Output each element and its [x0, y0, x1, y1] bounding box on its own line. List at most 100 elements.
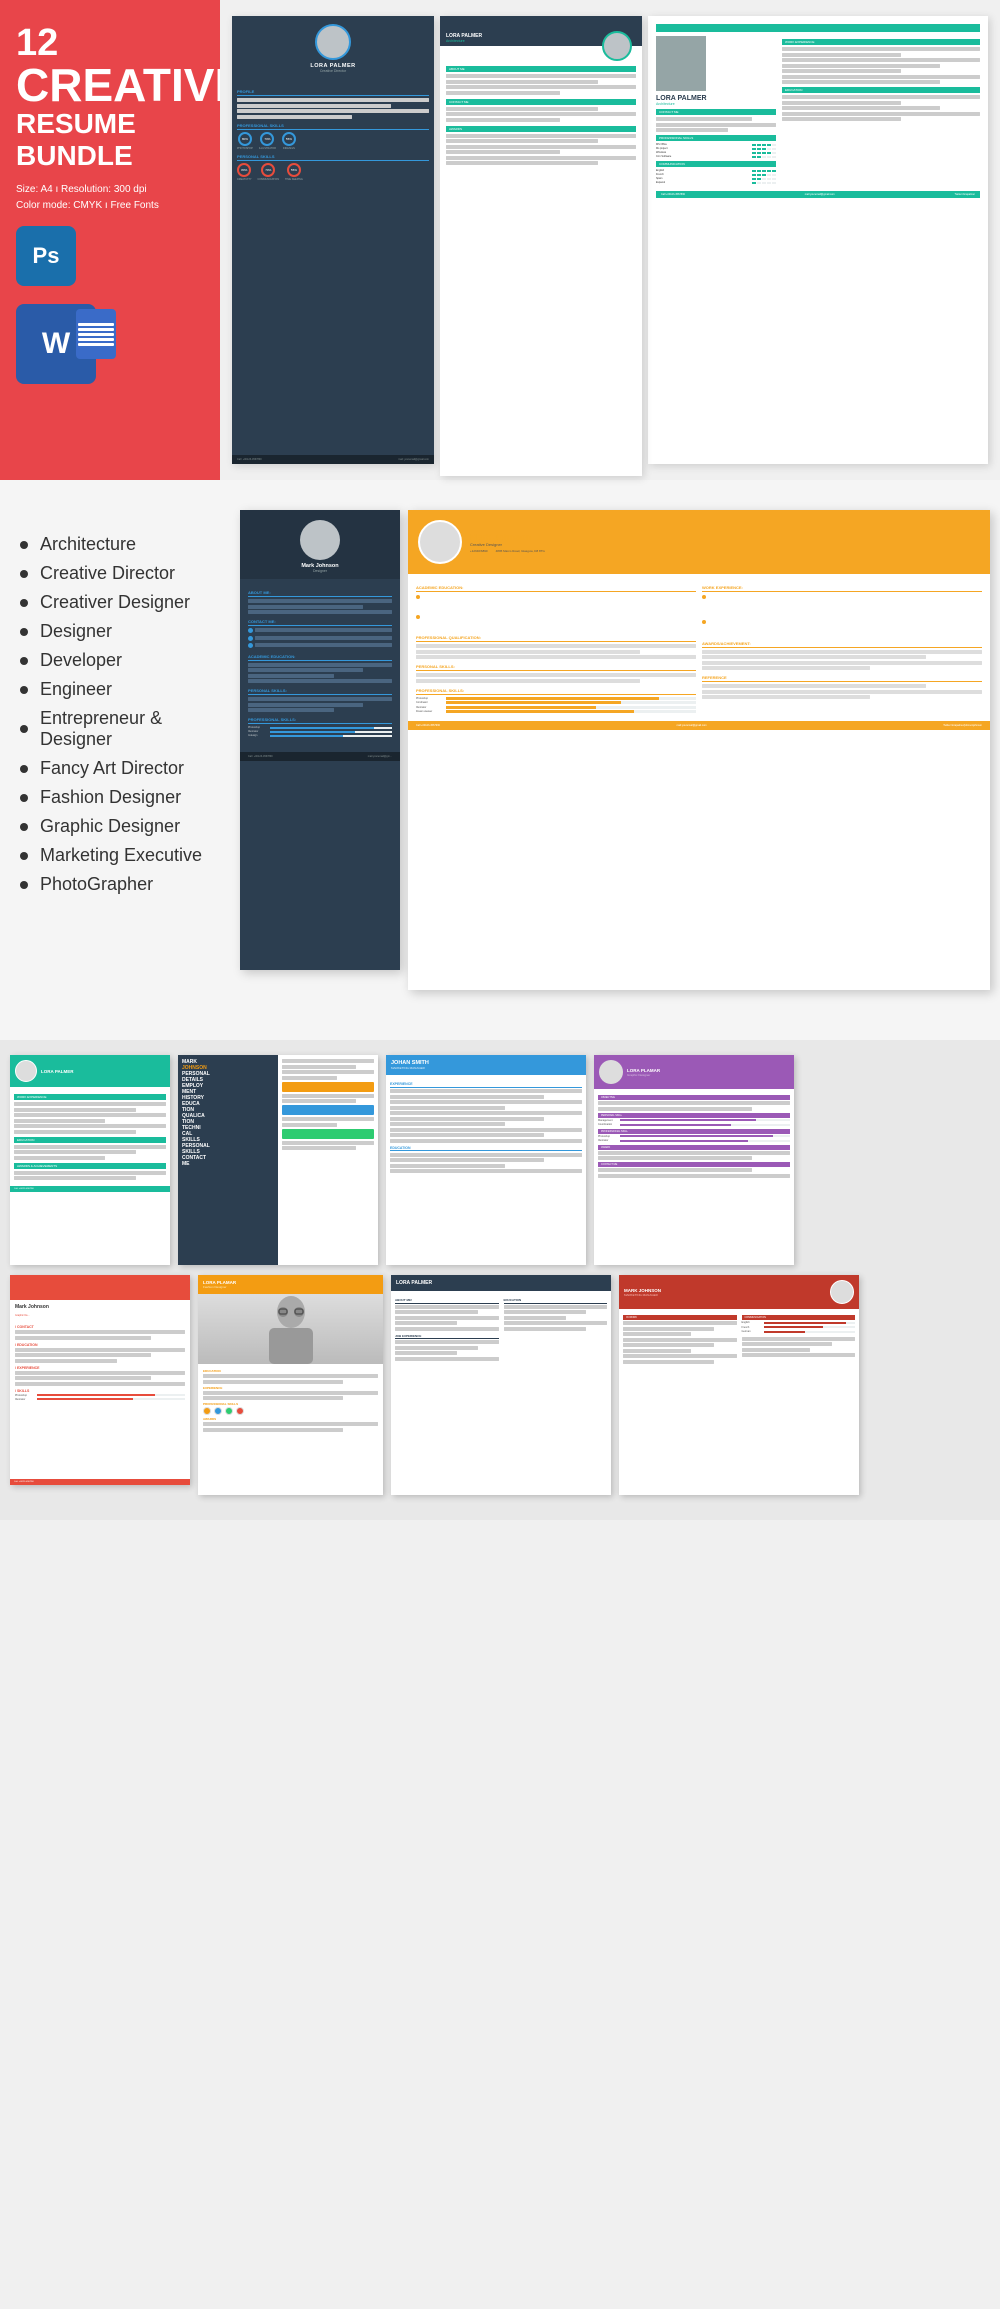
lang-espanol: Espanol: [656, 181, 686, 184]
rcm2-work-text: [702, 594, 982, 636]
rc1-phone: Call: +00123-4567890: [237, 458, 262, 461]
rcm2-work-label: WORK EXPERIENCE:: [702, 585, 982, 592]
skill-name: Management: [598, 1119, 618, 1123]
tmi-left: MARKJOHNSONPERSONALDETAILSEMPLOYMENTHIST…: [178, 1055, 278, 1265]
tf-awards-label: AWARDS: [203, 1417, 378, 1421]
list-item: Fashion Designer: [20, 783, 210, 812]
rcm1-skills-label: PERSONAL SKILLS:: [248, 688, 392, 695]
rc1-title: Creative Director: [238, 69, 428, 73]
tlm-about-label: ABOUT ME!: [395, 1298, 499, 1304]
rc1-personal-skills-label: PERSONAL SKILLS: [237, 154, 429, 161]
tm2-exp-label: / EXPERIENCE: [15, 1366, 185, 1370]
bundle-title-resume: RESUME: [16, 108, 136, 140]
lang-spain: Spain: [656, 177, 686, 180]
lang-dots: [752, 182, 776, 184]
dot: [762, 148, 766, 150]
skill-dots: [752, 152, 776, 154]
bullet-dot: [20, 852, 28, 860]
tm2-body: / CONTACT / EDUCATION / EXPERIENCE: [10, 1319, 190, 1405]
skill-row-dreamweaver: Dream weaver: [416, 710, 696, 713]
skill-fill: [270, 735, 343, 737]
rcm1-contact-label: CONTACT ME:: [248, 619, 392, 626]
dot: [752, 156, 756, 158]
skill-dots: [752, 148, 776, 150]
tlp-name-area: LORA PLAMAR Graphic Designer: [627, 1068, 660, 1077]
br-footer-phone: Call:+00123-4567890: [661, 193, 685, 196]
circle-skill-label: COMMUNICATION: [258, 178, 279, 181]
tm2-skills-label: / SKILLS: [15, 1389, 185, 1393]
bullet-dot: [20, 794, 28, 802]
br-comm-label: COMMUNICATION: [656, 161, 776, 167]
tlm-about-text: [395, 1305, 499, 1331]
tlm-right: EDUCATION: [504, 1295, 608, 1362]
skill-track: [764, 1326, 856, 1328]
circle-skill-ring: 55%: [287, 163, 301, 177]
lang-row-french: French: [656, 173, 776, 176]
timeline-item: [416, 594, 696, 611]
skill-row: Management: [598, 1119, 790, 1123]
tmm-role: MARKETING MANAGER: [624, 1293, 661, 1297]
rcm1-prof-skills-label: PROFESSIONAL SKILLS:: [248, 717, 392, 724]
tmm-photo: [830, 1280, 854, 1304]
circle-skill-creativity: 80% CREATIVITY: [237, 163, 252, 181]
banner-resume-previews: LORA PALMER Creative Director PROFILE PR…: [220, 0, 1000, 480]
tlm-header: LORA PALMER: [391, 1275, 611, 1291]
word-badge-pages: [76, 309, 116, 359]
br-contact-label: CONTACT ME: [656, 109, 776, 115]
dot: [757, 144, 761, 146]
br-prof-skills: MS Office Ms project: [656, 143, 776, 158]
thumb-mark-red: Mark Johnson Graphic De... / CONTACT / E…: [10, 1275, 190, 1485]
rcm1-edu-label: ACADEMIC EDUCATION:: [248, 654, 392, 661]
circle-skill-ring: 70%: [261, 163, 275, 177]
br-top-bar: [656, 24, 980, 32]
skill-row: Photoshop: [598, 1135, 790, 1139]
list-item: Architecture: [20, 530, 210, 559]
tlp-header: LORA PLAMAR Graphic Designer: [594, 1055, 794, 1089]
br-edu-content: [782, 95, 980, 121]
lang-row-spain: Spain: [656, 177, 776, 180]
dot-empty: [767, 182, 771, 184]
tj-exp-label: Experience: [390, 1082, 582, 1088]
ps-label: Ps: [33, 243, 60, 269]
tlp-award-label: AWARD: [598, 1145, 790, 1150]
rcm2-prof-skills: Photoshop Cordinator Illus: [416, 697, 696, 714]
rcm2-left: ACADEMIC EDUCATION:: [416, 580, 696, 715]
lang-row-english: English: [656, 169, 776, 172]
skill-row: Illustrator: [248, 730, 392, 733]
circle-skill-ring: 55%: [282, 132, 296, 146]
skill-name: English: [742, 1321, 762, 1325]
tl1-work-text: [14, 1102, 166, 1134]
tf-exp-label: EXPERIENCE: [203, 1386, 378, 1390]
skill-fill: [270, 727, 374, 729]
circle-skill-ring: 80%: [237, 163, 251, 177]
tf-exp-text: [203, 1391, 378, 1401]
bullet-dot: [20, 628, 28, 636]
word-label: W: [42, 327, 70, 361]
circle-skill-communication: 70% COMMUNICATION: [258, 163, 279, 181]
tlm-body: ABOUT ME! JOB EXPERIENCE: [391, 1291, 611, 1366]
circle-skill-label: INDESIGN: [283, 147, 295, 150]
rcm1-phone: Call: +00123-4567890: [248, 755, 273, 758]
skill-name: Illustrator: [416, 706, 444, 709]
timeline-dot: [416, 595, 420, 599]
rcm1-edu-text: [248, 663, 392, 684]
bullet-dot: [20, 725, 28, 733]
skill-name: Cordinator: [416, 701, 444, 704]
tmi-big-text: MARKJOHNSONPERSONALDETAILSEMPLOYMENTHIST…: [182, 1059, 274, 1167]
skill-name: Photoshop: [416, 697, 444, 700]
bullet-label: Architecture: [40, 534, 136, 555]
tm2-exp-text: [15, 1371, 185, 1386]
dot: [752, 178, 756, 180]
tmi-right-content: [282, 1059, 374, 1150]
tm2-edu-text: [15, 1348, 185, 1363]
rc2-about-text: [446, 74, 636, 95]
list-item: Graphic Designer: [20, 812, 210, 841]
skill-row-crm: Crm Software: [656, 155, 776, 158]
list-item: Fancy Art Director: [20, 754, 210, 783]
ps-badge: Ps: [16, 226, 76, 286]
skill-fill: [764, 1326, 823, 1328]
tf-header: LORA PLAMAR Fashion Designer: [198, 1275, 383, 1294]
rcm2-ref-label: REFERENCE: [702, 675, 982, 682]
rc1-header: LORA PALMER Creative Director: [232, 16, 434, 81]
circle-skill-ring: 70%: [260, 132, 274, 146]
